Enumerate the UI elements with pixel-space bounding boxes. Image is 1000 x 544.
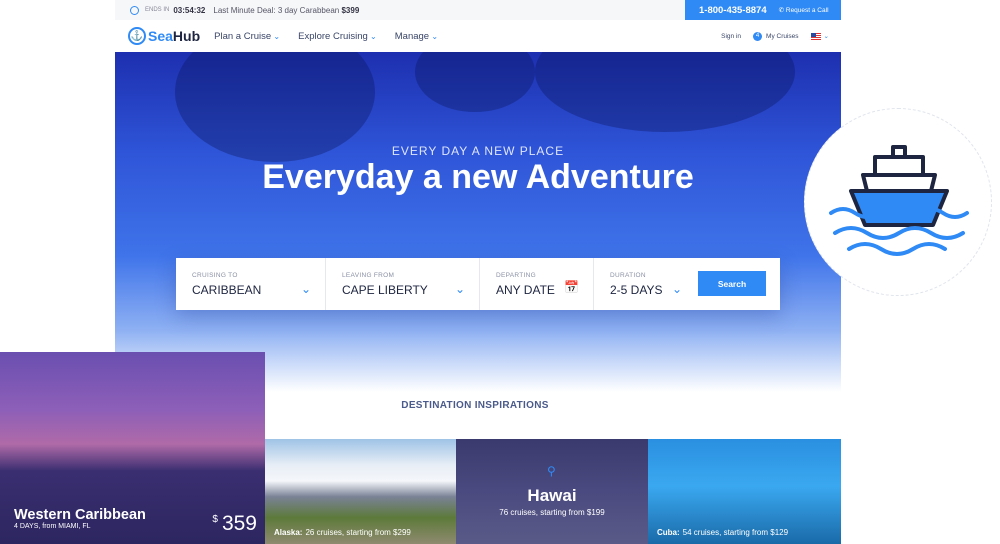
- countdown: 03:54:32: [173, 5, 206, 15]
- section-title: DESTINATION INSPIRATIONS: [401, 400, 549, 411]
- destination-card-hawaii[interactable]: ⚲ Hawai 76 cruises, starting from $199: [456, 439, 648, 544]
- card-caption: Cuba: 54 cruises, starting from $129: [657, 528, 788, 537]
- ship-badge: [804, 108, 992, 296]
- sign-in-link[interactable]: Sign in: [721, 33, 741, 40]
- field-label: LEAVING FROM: [342, 272, 395, 279]
- phone-icon: ✆: [778, 7, 785, 14]
- field-label: DEPARTING: [496, 272, 537, 279]
- cruise-search-form: CRUISING TO CARIBBEAN ⌄ LEAVING FROM CAP…: [176, 258, 780, 310]
- main-nav: ⚓ SeaHub Plan a Cruise Explore Cruising …: [115, 20, 841, 52]
- my-cruises-link[interactable]: 4 My Cruises: [753, 31, 799, 41]
- card-text: 26 cruises, starting from $299: [305, 528, 411, 537]
- card-text: 76 cruises, starting from $199: [499, 508, 605, 517]
- departing-date-picker[interactable]: DEPARTING ANY DATE 📅: [480, 258, 594, 310]
- logo-hub: Hub: [172, 28, 201, 44]
- nav-manage[interactable]: Manage: [395, 31, 438, 42]
- card-caption: Alaska: 26 cruises, starting from $299: [274, 528, 411, 537]
- card-name: Cuba:: [657, 528, 680, 537]
- request-call-link[interactable]: ✆ Request a Call: [779, 6, 829, 14]
- deal-text[interactable]: Last Minute Deal: 3 day Carabbean: [213, 6, 339, 15]
- card-text: 54 cruises, starting from $129: [682, 528, 789, 537]
- anchor-icon: ⚓: [128, 27, 146, 45]
- destination-card-cuba[interactable]: Cuba: 54 cruises, starting from $129: [648, 439, 841, 544]
- hero-title: Everyday a new Adventure: [262, 158, 694, 196]
- nav-explore-cruising[interactable]: Explore Cruising: [298, 31, 377, 42]
- card-name: Alaska:: [274, 528, 303, 537]
- phone-bar: 1-800-435-8874 ✆ Request a Call: [685, 0, 841, 20]
- deal-price: $399: [341, 5, 360, 15]
- calendar-icon: 📅: [564, 280, 579, 294]
- chevron-down-icon: ⌄: [300, 282, 311, 296]
- cruise-count-badge: 4: [753, 31, 763, 41]
- featured-cruise-card[interactable]: Western Caribbean 4 DAYS, from MIAMI, FL…: [0, 352, 265, 544]
- clock-icon: [130, 5, 139, 15]
- us-flag-icon: [810, 32, 821, 40]
- chevron-down-icon: ⌄: [823, 33, 829, 40]
- field-label: DURATION: [610, 272, 646, 279]
- field-label: CRUISING TO: [192, 272, 238, 279]
- hero-kicker: EVERY DAY A NEW PLACE: [391, 144, 565, 158]
- language-selector[interactable]: ⌄: [810, 32, 829, 40]
- request-call-label: Request a Call: [785, 7, 829, 14]
- nav-plan-a-cruise[interactable]: Plan a Cruise: [214, 31, 280, 42]
- featured-subtitle: 4 DAYS, from MIAMI, FL: [14, 523, 91, 530]
- ends-label: ENDS IN: [145, 7, 170, 13]
- location-pin-icon: ⚲: [547, 464, 556, 478]
- search-button[interactable]: Search: [698, 271, 766, 296]
- featured-price: $359: [212, 512, 257, 536]
- cruise-ship-icon: [829, 145, 969, 256]
- price-value: 359: [221, 512, 257, 535]
- duration-select[interactable]: DURATION 2-5 DAYS ⌄: [594, 258, 694, 310]
- my-cruises-label: My Cruises: [766, 32, 799, 40]
- leaving-from-select[interactable]: LEAVING FROM CAPE LIBERTY ⌄: [326, 258, 480, 310]
- featured-title: Western Caribbean: [14, 507, 146, 523]
- chevron-down-icon: ⌄: [671, 282, 682, 296]
- card-name: Hawai: [527, 486, 577, 505]
- cruising-to-select[interactable]: CRUISING TO CARIBBEAN ⌄: [176, 258, 326, 310]
- hero-banner: EVERY DAY A NEW PLACE Everyday a new Adv…: [115, 52, 841, 392]
- logo-sea: Sea: [148, 28, 173, 44]
- chevron-down-icon: ⌄: [454, 282, 465, 296]
- destination-card-alaska[interactable]: Alaska: 26 cruises, starting from $299: [265, 439, 456, 544]
- currency: $: [212, 514, 218, 525]
- phone-number[interactable]: 1-800-435-8874: [699, 5, 767, 16]
- logo[interactable]: ⚓ Sea Hub: [128, 27, 200, 45]
